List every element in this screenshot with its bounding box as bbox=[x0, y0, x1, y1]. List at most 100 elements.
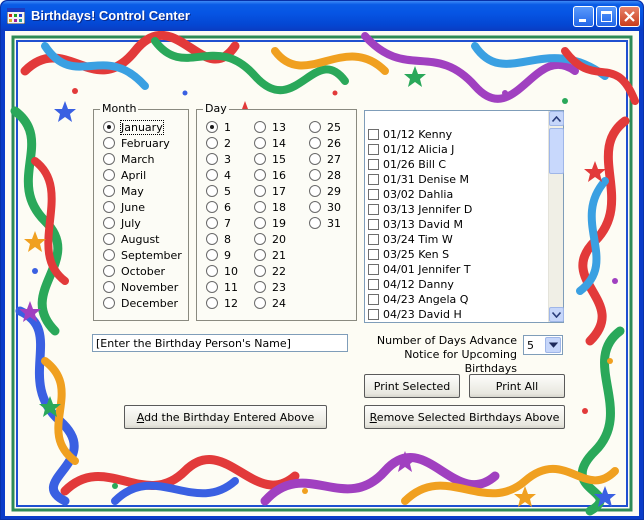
print-all-button[interactable]: Print All bbox=[469, 374, 565, 398]
day-radio-26[interactable]: 26 bbox=[309, 135, 341, 151]
list-item[interactable]: 04/12 Danny bbox=[368, 277, 454, 292]
day-radio-17[interactable]: 17 bbox=[254, 183, 286, 199]
radio-button-icon[interactable] bbox=[254, 185, 266, 197]
radio-button-icon[interactable] bbox=[254, 201, 266, 213]
scroll-thumb[interactable] bbox=[549, 128, 564, 174]
radio-button-icon[interactable] bbox=[206, 201, 218, 213]
list-item[interactable]: 03/13 Jennifer D bbox=[368, 202, 472, 217]
day-radio-1[interactable]: 1 bbox=[206, 119, 231, 135]
radio-button-icon[interactable] bbox=[254, 121, 266, 133]
list-item[interactable]: 03/13 David M bbox=[368, 217, 463, 232]
month-radio-january[interactable]: January bbox=[103, 119, 164, 135]
day-radio-10[interactable]: 10 bbox=[206, 263, 238, 279]
day-radio-20[interactable]: 20 bbox=[254, 231, 286, 247]
day-radio-4[interactable]: 4 bbox=[206, 167, 231, 183]
month-radio-february[interactable]: February bbox=[103, 135, 170, 151]
scroll-down-button[interactable] bbox=[549, 307, 564, 322]
day-radio-21[interactable]: 21 bbox=[254, 247, 286, 263]
day-radio-3[interactable]: 3 bbox=[206, 151, 231, 167]
month-radio-march[interactable]: March bbox=[103, 151, 155, 167]
radio-button-icon[interactable] bbox=[309, 169, 321, 181]
day-radio-13[interactable]: 13 bbox=[254, 119, 286, 135]
radio-button-icon[interactable] bbox=[309, 121, 321, 133]
day-radio-12[interactable]: 12 bbox=[206, 295, 238, 311]
remove-selected-button[interactable]: Remove Selected Birthdays Above bbox=[364, 405, 565, 429]
day-radio-14[interactable]: 14 bbox=[254, 135, 286, 151]
checkbox-icon[interactable] bbox=[368, 174, 379, 185]
list-item[interactable]: 04/01 Jennifer T bbox=[368, 262, 471, 277]
day-radio-19[interactable]: 19 bbox=[254, 215, 286, 231]
radio-button-icon[interactable] bbox=[206, 297, 218, 309]
checkbox-icon[interactable] bbox=[368, 234, 379, 245]
birthday-name-input[interactable] bbox=[92, 334, 348, 352]
month-radio-august[interactable]: August bbox=[103, 231, 160, 247]
radio-button-icon[interactable] bbox=[309, 153, 321, 165]
list-item[interactable]: 04/23 Angela Q bbox=[368, 292, 468, 307]
radio-button-icon[interactable] bbox=[103, 217, 115, 229]
radio-button-icon[interactable] bbox=[206, 121, 218, 133]
radio-button-icon[interactable] bbox=[103, 265, 115, 277]
add-birthday-button[interactable]: Add the Birthday Entered Above bbox=[124, 405, 327, 429]
day-radio-30[interactable]: 30 bbox=[309, 199, 341, 215]
checkbox-icon[interactable] bbox=[368, 189, 379, 200]
radio-button-icon[interactable] bbox=[309, 217, 321, 229]
checkbox-icon[interactable] bbox=[368, 279, 379, 290]
radio-button-icon[interactable] bbox=[206, 153, 218, 165]
radio-button-icon[interactable] bbox=[103, 137, 115, 149]
checkbox-icon[interactable] bbox=[368, 144, 379, 155]
day-radio-22[interactable]: 22 bbox=[254, 263, 286, 279]
month-radio-december[interactable]: December bbox=[103, 295, 178, 311]
month-radio-may[interactable]: May bbox=[103, 183, 144, 199]
radio-button-icon[interactable] bbox=[103, 281, 115, 293]
list-item[interactable]: 01/12 Alicia J bbox=[368, 142, 454, 157]
radio-button-icon[interactable] bbox=[206, 233, 218, 245]
radio-button-icon[interactable] bbox=[254, 265, 266, 277]
checkbox-icon[interactable] bbox=[368, 204, 379, 215]
radio-button-icon[interactable] bbox=[103, 297, 115, 309]
radio-button-icon[interactable] bbox=[254, 297, 266, 309]
radio-button-icon[interactable] bbox=[254, 169, 266, 181]
list-item[interactable]: 03/02 Dahlia bbox=[368, 187, 453, 202]
day-radio-18[interactable]: 18 bbox=[254, 199, 286, 215]
radio-button-icon[interactable] bbox=[206, 281, 218, 293]
list-item[interactable]: 04/23 David H bbox=[368, 307, 462, 322]
day-radio-15[interactable]: 15 bbox=[254, 151, 286, 167]
month-radio-september[interactable]: September bbox=[103, 247, 182, 263]
radio-button-icon[interactable] bbox=[103, 169, 115, 181]
day-radio-6[interactable]: 6 bbox=[206, 199, 231, 215]
radio-button-icon[interactable] bbox=[254, 233, 266, 245]
radio-button-icon[interactable] bbox=[254, 281, 266, 293]
checkbox-icon[interactable] bbox=[368, 219, 379, 230]
month-radio-november[interactable]: November bbox=[103, 279, 178, 295]
maximize-button[interactable] bbox=[596, 6, 617, 27]
radio-button-icon[interactable] bbox=[206, 265, 218, 277]
radio-button-icon[interactable] bbox=[103, 153, 115, 165]
day-radio-5[interactable]: 5 bbox=[206, 183, 231, 199]
list-item[interactable]: 01/31 Denise M bbox=[368, 172, 469, 187]
close-button[interactable] bbox=[619, 6, 640, 27]
print-selected-button[interactable]: Print Selected bbox=[364, 374, 460, 398]
radio-button-icon[interactable] bbox=[206, 137, 218, 149]
day-radio-25[interactable]: 25 bbox=[309, 119, 341, 135]
day-radio-11[interactable]: 11 bbox=[206, 279, 238, 295]
radio-button-icon[interactable] bbox=[206, 185, 218, 197]
radio-button-icon[interactable] bbox=[103, 249, 115, 261]
minimize-button[interactable] bbox=[573, 6, 594, 27]
list-item[interactable]: 03/24 Tim W bbox=[368, 232, 453, 247]
list-scrollbar[interactable] bbox=[548, 111, 564, 322]
month-radio-april[interactable]: April bbox=[103, 167, 146, 183]
advance-days-combo[interactable]: 5 bbox=[523, 335, 563, 355]
radio-button-icon[interactable] bbox=[206, 169, 218, 181]
day-radio-29[interactable]: 29 bbox=[309, 183, 341, 199]
radio-button-icon[interactable] bbox=[103, 233, 115, 245]
radio-button-icon[interactable] bbox=[206, 217, 218, 229]
day-radio-9[interactable]: 9 bbox=[206, 247, 231, 263]
radio-button-icon[interactable] bbox=[309, 137, 321, 149]
month-radio-october[interactable]: October bbox=[103, 263, 165, 279]
checkbox-icon[interactable] bbox=[368, 264, 379, 275]
list-item[interactable]: 03/25 Ken S bbox=[368, 247, 449, 262]
combo-dropdown-button[interactable] bbox=[545, 337, 561, 353]
birthday-list[interactable]: 01/12 Kenny 01/12 Alicia J 01/26 Bill C 01/… bbox=[364, 110, 564, 323]
day-radio-31[interactable]: 31 bbox=[309, 215, 341, 231]
radio-button-icon[interactable] bbox=[254, 249, 266, 261]
